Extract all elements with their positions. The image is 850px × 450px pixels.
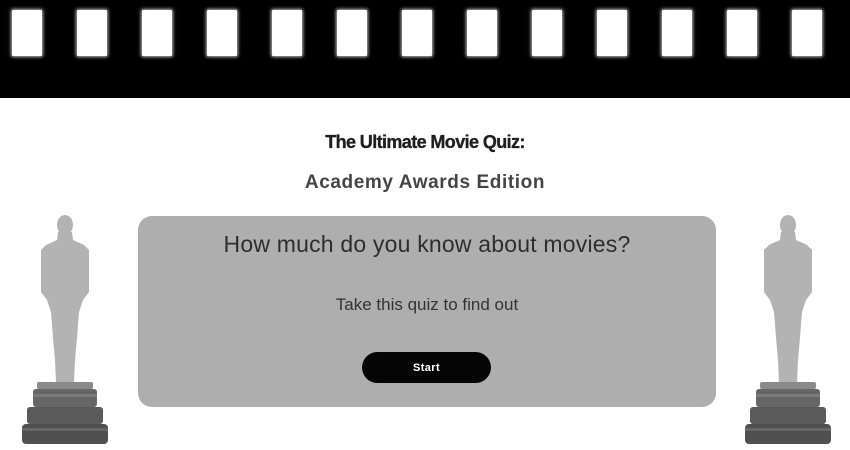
film-hole	[77, 10, 107, 56]
film-hole	[272, 10, 302, 56]
film-hole	[207, 10, 237, 56]
start-button[interactable]: Start	[362, 352, 491, 383]
film-hole	[142, 10, 172, 56]
award-statuette-icon	[745, 215, 831, 444]
award-statuette-icon	[22, 215, 108, 444]
film-hole	[467, 10, 497, 56]
film-hole	[532, 10, 562, 56]
film-hole	[792, 10, 822, 56]
quiz-intro-card: How much do you know about movies? Take …	[138, 216, 716, 407]
quiz-subtext: Take this quiz to find out	[335, 295, 519, 314]
quiz-question: How much do you know about movies?	[223, 231, 631, 257]
page-subtitle: Academy Awards Edition	[304, 172, 546, 193]
film-strip-header	[0, 0, 850, 98]
film-hole	[597, 10, 627, 56]
film-hole	[12, 10, 42, 56]
film-hole	[727, 10, 757, 56]
film-hole	[337, 10, 367, 56]
film-hole	[402, 10, 432, 56]
page-title: The Ultimate Movie Quiz:	[325, 132, 526, 152]
film-hole	[662, 10, 692, 56]
